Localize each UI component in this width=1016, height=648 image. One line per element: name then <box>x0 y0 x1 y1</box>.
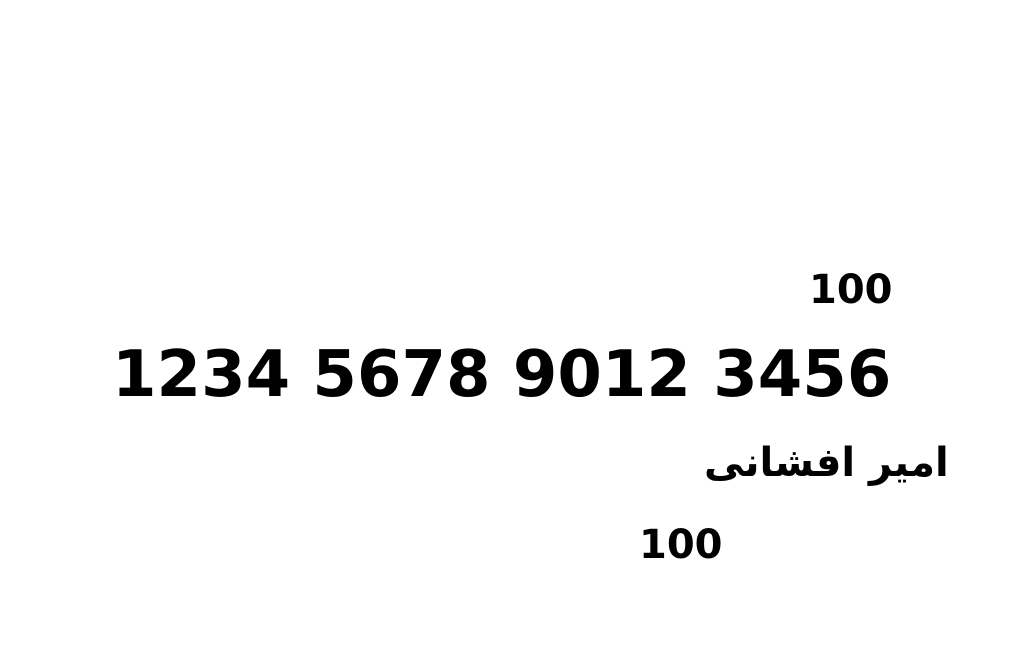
holder-name-text: امیر افشانی <box>704 440 949 486</box>
canvas: 100 1234 5678 9012 3456 امیر افشانی 100 <box>0 0 1016 648</box>
card-number-text: 1234 5678 9012 3456 <box>112 338 892 412</box>
top-value-text: 100 <box>809 267 893 313</box>
bottom-value-text: 100 <box>639 522 723 568</box>
